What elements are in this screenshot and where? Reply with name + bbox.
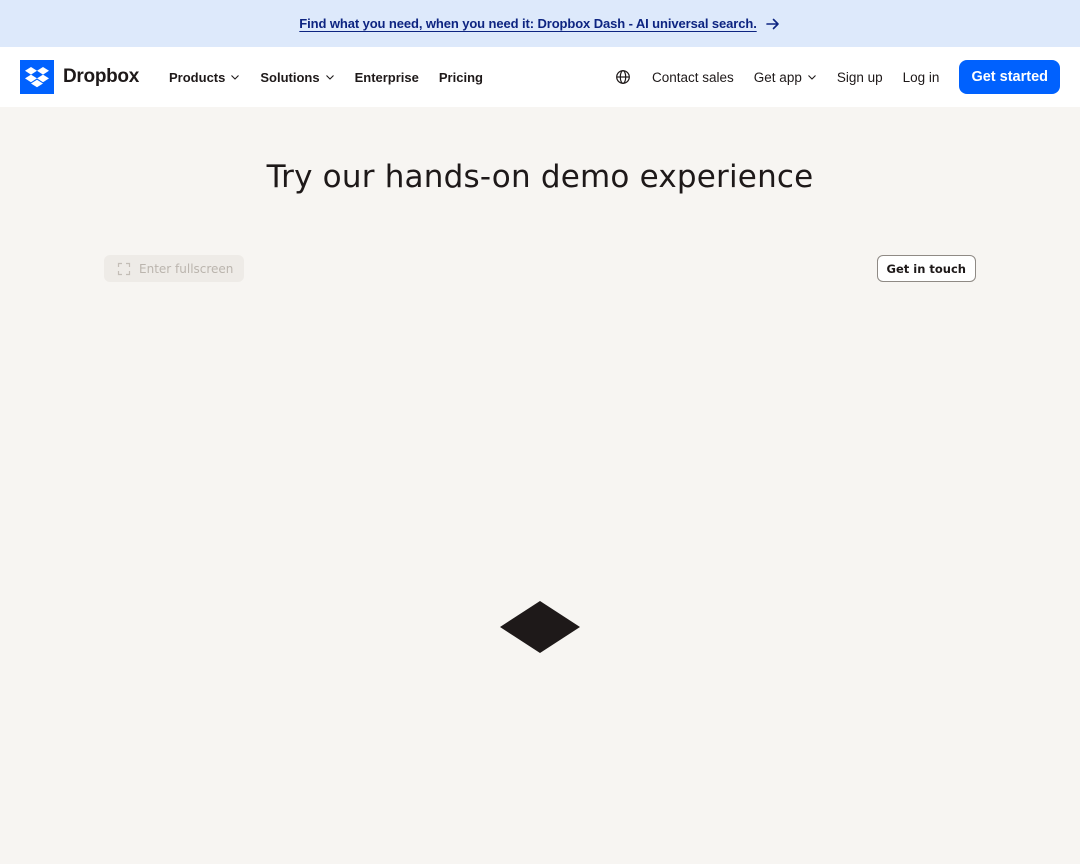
nav-item-products-label: Products xyxy=(169,69,226,85)
get-app-dropdown[interactable]: Get app xyxy=(754,70,817,85)
nav-item-enterprise-label: Enterprise xyxy=(354,69,419,85)
log-in-link[interactable]: Log in xyxy=(903,70,940,85)
chevron-down-icon xyxy=(325,72,335,82)
sign-up-link[interactable]: Sign up xyxy=(837,70,883,85)
get-started-button[interactable]: Get started xyxy=(959,60,1060,94)
top-navigation: Dropbox Products Solutions Enterprise Pr… xyxy=(0,47,1080,107)
nav-item-enterprise[interactable]: Enterprise xyxy=(355,70,419,85)
enter-fullscreen-label: Enter fullscreen xyxy=(139,261,234,276)
demo-controls: Enter fullscreen Get in touch xyxy=(104,255,976,282)
nav-item-solutions[interactable]: Solutions xyxy=(260,70,334,85)
page-title: Try our hands-on demo experience xyxy=(266,159,814,195)
globe-icon[interactable] xyxy=(615,69,631,85)
dropbox-wordmark: Dropbox xyxy=(63,66,140,87)
dropbox-diamond-loader-icon xyxy=(500,601,580,653)
promo-banner: Find what you need, when you need it: Dr… xyxy=(0,0,1080,47)
nav-item-pricing[interactable]: Pricing xyxy=(439,70,483,85)
secondary-nav: Contact sales Get app Sign up Log in Get… xyxy=(615,60,1060,94)
nav-item-pricing-label: Pricing xyxy=(438,69,483,85)
chevron-down-icon xyxy=(807,72,817,82)
arrow-right-icon[interactable] xyxy=(765,16,781,32)
dropbox-logo-icon xyxy=(20,60,54,94)
primary-nav: Products Solutions Enterprise Pricing xyxy=(169,70,483,85)
get-in-touch-button[interactable]: Get in touch xyxy=(876,255,976,282)
nav-item-products[interactable]: Products xyxy=(169,70,240,85)
enter-fullscreen-button[interactable]: Enter fullscreen xyxy=(104,255,245,282)
fullscreen-icon xyxy=(117,262,131,276)
get-app-label: Get app xyxy=(753,69,802,85)
contact-sales-link[interactable]: Contact sales xyxy=(652,70,734,85)
promo-banner-link[interactable]: Find what you need, when you need it: Dr… xyxy=(299,16,757,31)
dropbox-logo[interactable]: Dropbox xyxy=(20,60,139,94)
nav-item-solutions-label: Solutions xyxy=(260,69,320,85)
chevron-down-icon xyxy=(230,72,240,82)
